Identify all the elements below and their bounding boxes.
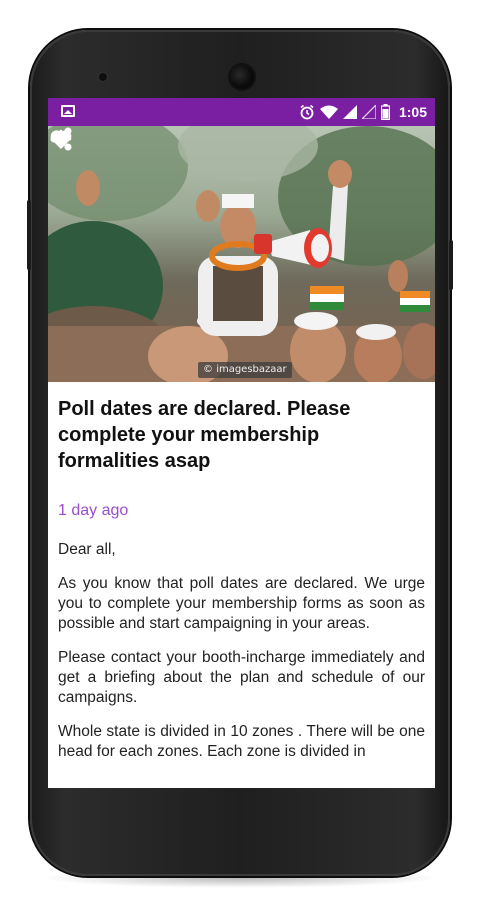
watermark-text: imagesbazaar [216, 364, 287, 375]
image-watermark: © imagesbazaar [198, 362, 292, 378]
alarm-icon [300, 104, 314, 120]
battery-icon [380, 104, 390, 120]
wifi-icon [319, 105, 338, 119]
article-content: Poll dates are declared. Please complete… [48, 382, 435, 776]
share-icon[interactable] [48, 126, 74, 152]
no-signal-icon [361, 105, 376, 119]
article-paragraph: Please contact your booth-incharge immed… [58, 649, 425, 706]
image-icon [61, 105, 75, 117]
article-body: Dear all, As you know that poll dates ar… [58, 540, 425, 762]
status-bar-right: 1:05 [299, 98, 427, 126]
status-time: 1:05 [398, 104, 427, 120]
copyright-icon: © [203, 364, 213, 375]
power-button [449, 240, 453, 290]
sensor-dot [99, 73, 107, 81]
rally-photo [48, 126, 435, 382]
article-paragraph: Whole state is divided in 10 zones . The… [58, 723, 425, 760]
volume-button [27, 200, 31, 270]
article-paragraph: Dear all, [58, 541, 116, 558]
article-paragraph: As you know that poll dates are declared… [58, 575, 425, 632]
status-bar: 1:05 [48, 98, 435, 126]
app-screen: 1:05 © imagesbazaar Poll dates are decla… [48, 98, 435, 788]
signal-icon [342, 105, 357, 119]
front-camera [230, 65, 254, 89]
article-time-ago: 1 day ago [58, 502, 129, 519]
article-hero-image: © imagesbazaar [48, 126, 435, 382]
article-title: Poll dates are declared. Please complete… [58, 398, 351, 472]
